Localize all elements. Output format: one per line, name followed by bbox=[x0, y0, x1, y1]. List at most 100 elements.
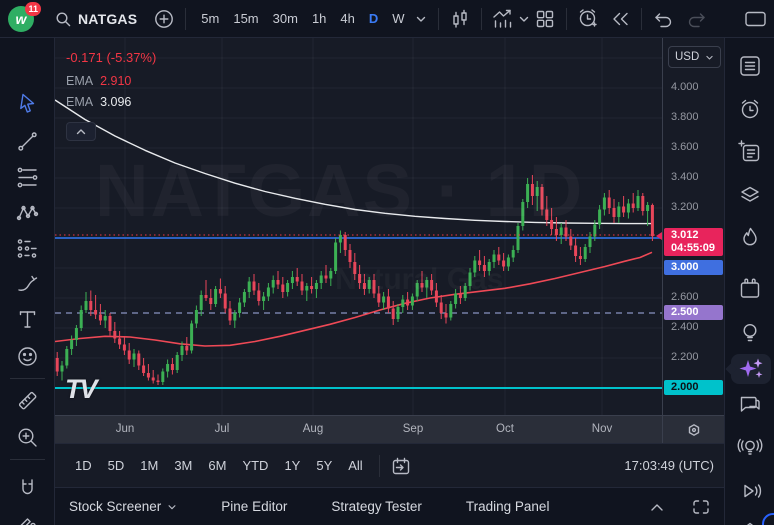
text-tool-button[interactable] bbox=[15, 307, 40, 332]
interval-1d[interactable]: D bbox=[362, 6, 385, 32]
indicators-menu-button[interactable] bbox=[516, 6, 532, 32]
trading-panel-tab[interactable]: Trading Panel bbox=[466, 499, 550, 514]
symbol-search[interactable]: NATGAS bbox=[54, 10, 137, 28]
alerts-button[interactable] bbox=[737, 96, 763, 122]
bar-replay-button[interactable] bbox=[607, 6, 633, 32]
emoji-tool-button[interactable] bbox=[15, 344, 40, 369]
calendar-icon bbox=[737, 276, 763, 302]
forecast-tool-button[interactable] bbox=[15, 236, 40, 261]
candle-body bbox=[445, 313, 448, 318]
watchlist-button[interactable] bbox=[737, 53, 763, 79]
live-streams-icon bbox=[737, 434, 763, 460]
range-1m[interactable]: 1M bbox=[132, 453, 166, 479]
candle-body bbox=[200, 295, 203, 310]
chart-style-button[interactable] bbox=[447, 6, 473, 32]
candle-body bbox=[339, 235, 342, 243]
undo-button[interactable] bbox=[650, 6, 676, 32]
interval-5m[interactable]: 5m bbox=[194, 6, 226, 32]
calendar-button[interactable] bbox=[737, 276, 763, 302]
pattern-tool-button[interactable] bbox=[15, 201, 40, 226]
stock-screener-tab[interactable]: Stock Screener bbox=[69, 499, 177, 514]
brush-tool-button[interactable] bbox=[15, 271, 40, 296]
journal-button[interactable] bbox=[737, 139, 763, 165]
fullscreen-icon bbox=[691, 498, 711, 516]
ideas-button[interactable] bbox=[737, 320, 763, 346]
cursor-tool-button[interactable] bbox=[15, 91, 40, 116]
candle-body bbox=[166, 364, 169, 372]
range-ytd[interactable]: YTD bbox=[234, 453, 276, 479]
alert-clock-icon bbox=[576, 7, 600, 31]
candle-body bbox=[401, 300, 404, 308]
price-axis[interactable]: USD 4.0003.8003.6003.4003.2002.6002.4002… bbox=[662, 38, 724, 415]
chevron-down-icon bbox=[167, 502, 177, 512]
candle-body bbox=[214, 289, 217, 304]
range-5d[interactable]: 5D bbox=[100, 453, 133, 479]
range-1y[interactable]: 1Y bbox=[276, 453, 308, 479]
range-3m[interactable]: 3M bbox=[166, 453, 200, 479]
indicator-row-ema-fast[interactable]: EMA 2.910 bbox=[66, 74, 156, 88]
go-to-date-button[interactable] bbox=[388, 453, 414, 479]
magnet-mode-button[interactable] bbox=[15, 476, 40, 501]
timezone-clock[interactable]: 17:03:49 (UTC) bbox=[624, 458, 714, 473]
brush-icon bbox=[15, 271, 40, 296]
candle-body bbox=[257, 291, 260, 302]
hotlists-button[interactable] bbox=[737, 225, 763, 251]
axis-settings-corner[interactable] bbox=[662, 416, 724, 444]
range-1d[interactable]: 1D bbox=[67, 453, 100, 479]
interval-1w[interactable]: W bbox=[385, 6, 411, 32]
chat-icon bbox=[737, 391, 763, 417]
media-player-button[interactable] bbox=[737, 478, 763, 504]
toolbar-separator bbox=[185, 8, 186, 30]
zoom-in-tool-button[interactable] bbox=[15, 425, 40, 450]
pine-editor-tab[interactable]: Pine Editor bbox=[221, 499, 287, 514]
xabcd-pattern-icon bbox=[15, 201, 40, 226]
currency-selector[interactable]: USD bbox=[668, 46, 721, 68]
interval-30m[interactable]: 30m bbox=[266, 6, 305, 32]
indicator-row-ema-slow[interactable]: EMA 3.096 bbox=[66, 95, 156, 109]
stay-in-drawing-mode-button[interactable] bbox=[15, 511, 40, 525]
chat-button[interactable] bbox=[737, 391, 763, 417]
trend-line-tool-button[interactable] bbox=[15, 129, 40, 154]
chart-plot-area[interactable]: NATGAS · 1D Natural Gas -0.171 (-5.37%) … bbox=[55, 38, 662, 415]
tradingview-logo-watermark[interactable]: TV bbox=[65, 374, 96, 405]
currency-label: USD bbox=[675, 51, 699, 63]
strategy-tester-label: Strategy Tester bbox=[331, 499, 422, 514]
account-menu-button[interactable]: w 11 bbox=[8, 6, 34, 32]
candle-body bbox=[272, 280, 275, 288]
candle-body bbox=[349, 250, 352, 262]
time-axis[interactable]: JunJulAugSepOctNov bbox=[55, 415, 724, 443]
candle-body bbox=[142, 366, 145, 374]
interval-15m[interactable]: 15m bbox=[226, 6, 265, 32]
interval-4h[interactable]: 4h bbox=[333, 6, 361, 32]
interval-1h[interactable]: 1h bbox=[305, 6, 333, 32]
fib-retracement-tool-button[interactable] bbox=[15, 165, 40, 190]
candle-body bbox=[219, 289, 222, 294]
gear-icon bbox=[686, 422, 702, 438]
candle-body bbox=[157, 381, 160, 383]
indicators-button[interactable] bbox=[490, 6, 516, 32]
candle-body bbox=[128, 351, 131, 360]
candle-body bbox=[305, 286, 308, 291]
compare-add-button[interactable] bbox=[151, 6, 177, 32]
create-alert-button[interactable] bbox=[575, 6, 601, 32]
redo-button[interactable] bbox=[684, 6, 710, 32]
range-all[interactable]: All bbox=[340, 453, 370, 479]
panel-expand-button[interactable] bbox=[644, 494, 670, 520]
strategy-tester-tab[interactable]: Strategy Tester bbox=[331, 499, 422, 514]
top-toolbar: w 11 NATGAS 5m 15m 30m 1h 4h D W bbox=[0, 0, 774, 38]
fullscreen-button[interactable] bbox=[688, 494, 714, 520]
ai-assistant-button[interactable] bbox=[731, 354, 771, 384]
layout-grid-button[interactable] bbox=[532, 6, 558, 32]
object-tree-button[interactable] bbox=[737, 182, 763, 208]
candle-body bbox=[238, 303, 241, 314]
tradingview-app: w 11 NATGAS 5m 15m 30m 1h 4h D W bbox=[0, 0, 774, 525]
range-6m[interactable]: 6M bbox=[200, 453, 234, 479]
save-layout-button[interactable] bbox=[742, 6, 768, 32]
range-5y[interactable]: 5Y bbox=[308, 453, 340, 479]
legend-collapse-button[interactable] bbox=[66, 122, 96, 141]
live-streams-button[interactable] bbox=[737, 434, 763, 460]
candle-body bbox=[277, 280, 280, 285]
measure-tool-button[interactable] bbox=[15, 388, 40, 413]
shield-button[interactable] bbox=[737, 516, 763, 525]
interval-menu-button[interactable] bbox=[412, 6, 430, 32]
